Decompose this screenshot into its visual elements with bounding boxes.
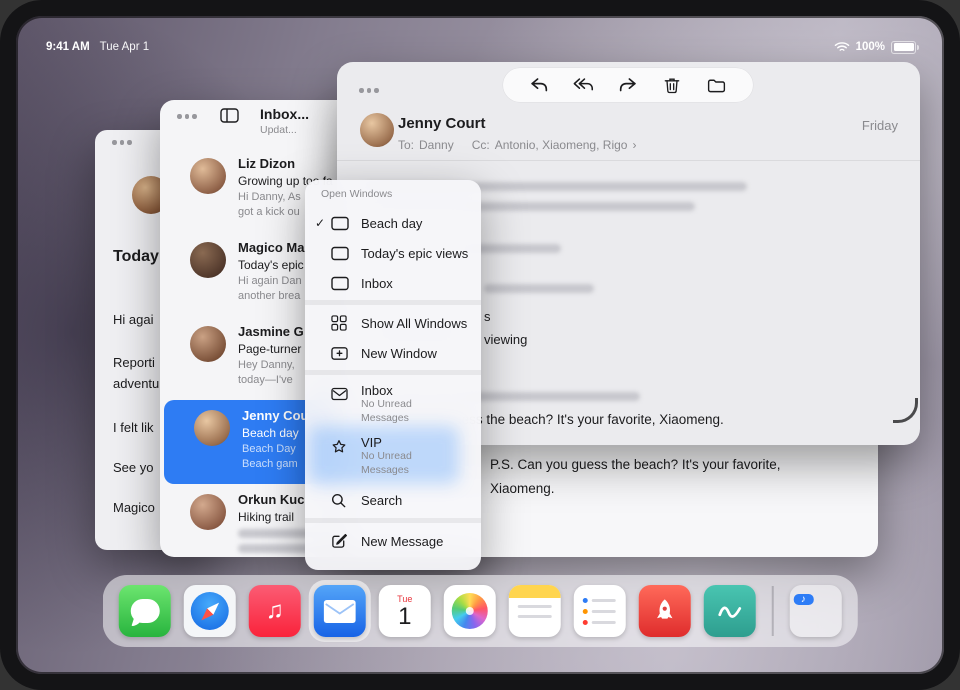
folder-icon[interactable] [705,73,729,97]
avatar [194,410,230,446]
menu-item-vip-mailbox[interactable]: VIP No Unread Messages [305,432,481,482]
message-recipients[interactable]: To: Danny Cc: Antonio, Xiaomeng, Rigo › [398,138,636,152]
to-label: To: [398,138,414,152]
menu-separator [305,370,481,375]
today-body-line: Magico [113,500,155,515]
wave-icon [715,596,745,626]
new-window-icon [331,346,353,361]
today-title: Today [113,248,159,266]
window-icon [331,246,353,261]
chevron-right-icon[interactable]: › [632,138,636,152]
avatar [190,494,226,530]
dock-app-notes[interactable] [509,585,561,637]
battery-icon [891,41,916,54]
cc-label: Cc: [472,138,490,152]
star-icon [331,439,353,455]
menu-item-search[interactable]: Search [305,486,481,514]
window-icon [331,216,353,231]
menu-item-inbox-window[interactable]: Inbox [305,268,481,298]
dock-app-reminders[interactable] [574,585,626,637]
dock-app-music[interactable]: ♫ [249,585,301,637]
window-icon [331,276,353,291]
avatar [360,113,394,147]
message-body-text: P.S. Can you guess the beach? It's your … [490,457,781,472]
grid-icon [331,315,353,331]
pinwheel-icon [452,593,488,629]
menu-separator [305,300,481,305]
message-date: Friday [862,118,898,133]
reply-icon[interactable] [527,73,551,97]
status-bar: 9:41 AM Tue Apr 1 100% [46,38,916,56]
dock-app-calendar[interactable]: Tue 1 [379,585,431,637]
menu-item-todays-epic-views[interactable]: Today's epic views [305,238,481,268]
avatar [190,326,226,362]
envelope-icon [324,600,356,623]
screen: 9:41 AM Tue Apr 1 100% Today Hi agai Rep… [16,16,944,674]
message-sender-name: Jenny Court [398,115,486,132]
dock-app-rocket[interactable] [639,585,691,637]
cc-value: Antonio, Xiaomeng, Rigo [495,138,628,152]
menu-item-beach-day[interactable]: ✓ Beach day [305,208,481,238]
status-time: 9:41 AM [46,41,90,53]
avatar [190,242,226,278]
message-toolbar [503,68,753,102]
reply-all-icon[interactable] [572,73,596,97]
inbox-subtitle: Updat... [260,124,297,136]
menu-item-inbox-mailbox[interactable]: Inbox No Unread Messages [305,380,481,430]
dock-app-photos[interactable] [444,585,496,637]
menu-separator [305,518,481,523]
checkmark-icon: ✓ [315,216,331,230]
sidebar-toggle-icon[interactable] [220,108,239,123]
window-controls-icon[interactable] [112,140,132,145]
dock-divider [772,586,774,636]
redacted-text [484,284,594,293]
today-body-line: Hi agai [113,312,153,327]
inbox-title: Inbox... [260,106,309,122]
forward-icon[interactable] [616,73,640,97]
status-date: Tue Apr 1 [100,41,149,53]
avatar [190,158,226,194]
chat-bubble-icon [130,599,159,623]
open-windows-menu: Open Windows ✓ Beach day Today's epic vi… [305,180,481,570]
compass-icon [191,592,229,630]
window-controls-icon[interactable] [359,88,379,93]
search-icon [331,493,353,508]
menu-item-new-window[interactable]: New Window [305,338,481,368]
dock-app-library[interactable]: ♪ [789,585,841,637]
today-body-line: adventu [113,376,159,391]
menu-item-show-all-windows[interactable]: Show All Windows [305,308,481,338]
wifi-icon [834,41,850,53]
dock-app-safari[interactable] [184,585,236,637]
music-note-icon: ♫ [266,597,284,625]
today-body-line: Reporti [113,355,155,370]
dock-app-mail-active[interactable] [314,585,366,637]
window-controls-icon[interactable] [177,114,197,119]
today-body-line: See yo [113,460,153,475]
ipad-device: 9:41 AM Tue Apr 1 100% Today Hi agai Rep… [0,0,960,690]
menu-item-new-message[interactable]: New Message [305,526,481,556]
window-resize-handle[interactable] [893,398,918,423]
message-body-fragment: s [484,309,491,324]
menu-title: Open Windows [321,188,392,200]
dock-app-messages[interactable] [119,585,171,637]
dock: ♫ Tue 1 [103,575,858,647]
battery-percent: 100% [856,41,885,53]
compose-icon [331,533,353,549]
dock-app-waves[interactable] [704,585,756,637]
trash-icon[interactable] [660,73,684,97]
message-body-fragment: viewing [484,332,527,347]
message-body-text: Xiaomeng. [490,481,555,496]
to-value: Danny [419,138,454,152]
divider [337,160,920,161]
notes-header-bar [509,585,561,598]
rocket-icon [651,597,679,625]
today-body-line: I felt lik [113,420,153,435]
mini-app-icon: ♪ [793,594,813,605]
envelope-icon [331,387,353,401]
calendar-day: 1 [398,604,411,630]
